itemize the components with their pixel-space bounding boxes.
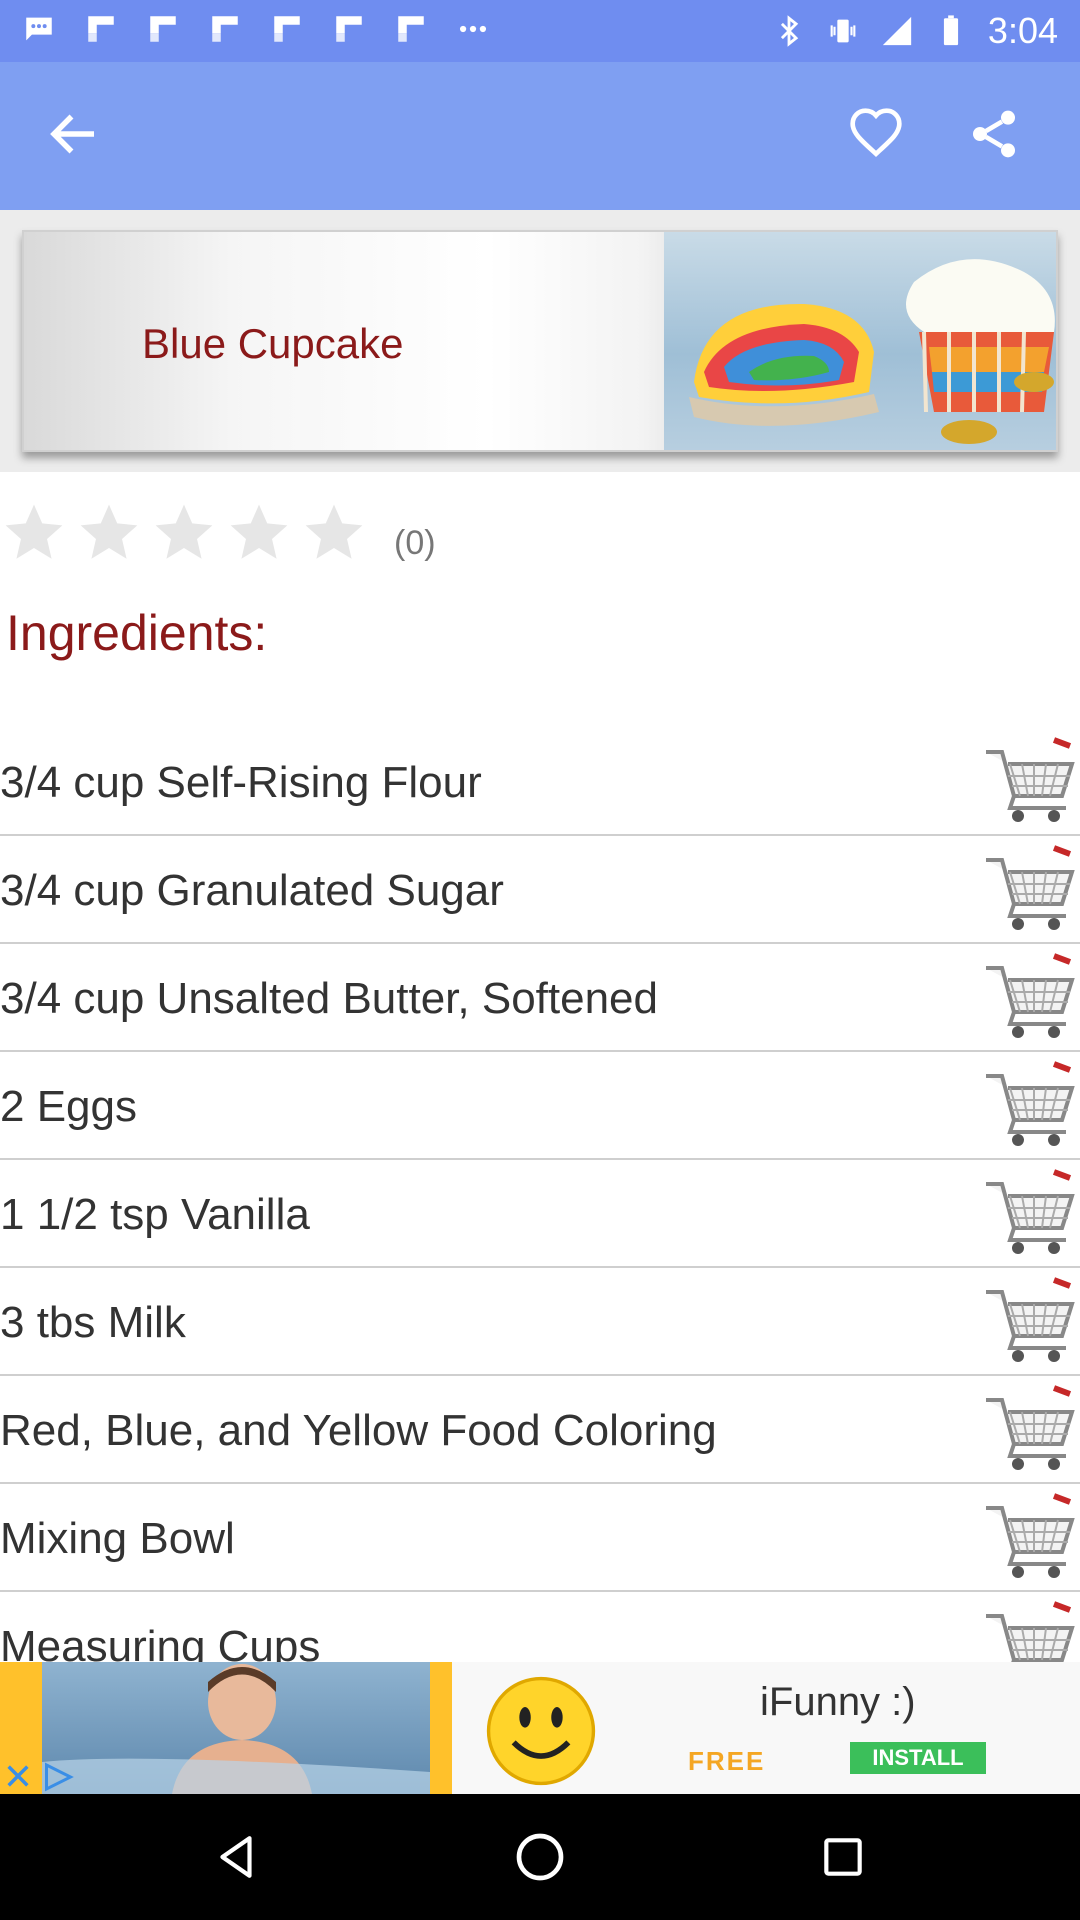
flipboard-icon: [336, 16, 362, 42]
battery-icon: [943, 15, 959, 46]
flipboard-icon: [88, 16, 114, 42]
shopping-cart-icon[interactable]: [978, 1380, 1078, 1480]
nav-back-button[interactable]: [202, 1822, 272, 1892]
flipboard-icon: [398, 16, 424, 42]
ingredient-row: 3 tbs Milk: [0, 1268, 1080, 1376]
shopping-cart-icon[interactable]: [978, 732, 1078, 832]
star-icon[interactable]: [225, 499, 293, 567]
flipboard-icon: [274, 16, 300, 42]
ingredient-label: 3/4 cup Self-Rising Flour: [0, 758, 482, 807]
nav-home-icon: [516, 1833, 564, 1881]
ingredient-label: Mixing Bowl: [0, 1514, 235, 1563]
flipboard-icon: [150, 16, 176, 42]
more-dots-icon: [459, 25, 487, 33]
ingredient-row: Red, Blue, and Yellow Food Coloring: [0, 1376, 1080, 1484]
bluetooth-icon: [780, 15, 799, 47]
app-bar: [0, 62, 1080, 210]
shopping-cart-icon[interactable]: [978, 840, 1078, 940]
ingredient-row: 2 Eggs: [0, 1052, 1080, 1160]
flipboard-icon: [212, 16, 238, 42]
ad-banner[interactable]: iFunny :) FREE INSTALL: [0, 1662, 1080, 1794]
star-icon[interactable]: [300, 499, 368, 567]
ingredients-list: 3/4 cup Self-Rising Flour 3/4 cup Granul…: [0, 728, 1080, 1700]
favorite-button[interactable]: [828, 86, 924, 182]
ingredient-label: 3/4 cup Granulated Sugar: [0, 866, 504, 915]
share-icon: [973, 110, 1015, 158]
nav-home-button[interactable]: [505, 1822, 575, 1892]
cupcake-photo: [664, 232, 1056, 450]
system-icons: 3:04: [772, 8, 1058, 54]
heart-outline-icon: [850, 108, 902, 158]
rating-stars[interactable]: [0, 498, 375, 568]
ingredient-row: 1 1/2 tsp Vanilla: [0, 1160, 1080, 1268]
recipe-banner: Blue Cupcake: [22, 230, 1058, 452]
shopping-cart-icon[interactable]: [978, 948, 1078, 1048]
ingredient-row: 3/4 cup Unsalted Butter, Softened: [0, 944, 1080, 1052]
arrow-back-icon: [50, 114, 94, 154]
rating-count: (0): [394, 524, 436, 562]
ingredients-heading: Ingredients:: [6, 605, 268, 661]
ingredient-row: Mixing Bowl: [0, 1484, 1080, 1592]
ad-photo: [42, 1662, 430, 1794]
signal-icon: [882, 16, 912, 46]
shopping-cart-icon[interactable]: [978, 1056, 1078, 1156]
install-button[interactable]: INSTALL: [850, 1742, 986, 1774]
ad-free-label: FREE: [688, 1746, 766, 1776]
close-icon[interactable]: [4, 1762, 32, 1790]
ad-app-name: iFunny :): [760, 1680, 916, 1724]
star-icon[interactable]: [150, 499, 218, 567]
status-time: 3:04: [987, 10, 1058, 51]
chat-icon: [26, 17, 52, 41]
nav-recents-icon: [824, 1838, 862, 1876]
ingredient-label: 2 Eggs: [0, 1082, 137, 1131]
adchoices-icon[interactable]: [42, 1762, 78, 1792]
share-button[interactable]: [946, 86, 1042, 182]
ingredient-row: 3/4 cup Granulated Sugar: [0, 836, 1080, 944]
ingredient-label: 3/4 cup Unsalted Butter, Softened: [0, 974, 659, 1023]
shopping-cart-icon[interactable]: [978, 1272, 1078, 1372]
recipe-header: Blue Cupcake: [0, 210, 1080, 472]
notification-icons: [22, 12, 490, 46]
shopping-cart-icon[interactable]: [978, 1164, 1078, 1264]
star-icon[interactable]: [75, 499, 143, 567]
ingredient-label: Red, Blue, and Yellow Food Coloring: [0, 1406, 717, 1455]
ingredient-row: 3/4 cup Self-Rising Flour: [0, 728, 1080, 836]
nav-back-icon: [220, 1836, 252, 1878]
ingredient-label: 3 tbs Milk: [0, 1298, 186, 1347]
smiley-icon: [486, 1676, 596, 1786]
shopping-cart-icon[interactable]: [978, 1488, 1078, 1588]
nav-recents-button[interactable]: [808, 1822, 878, 1892]
vibrate-icon: [830, 19, 856, 43]
status-bar: 3:04: [0, 0, 1080, 62]
recipe-title: Blue Cupcake: [142, 320, 404, 367]
back-button[interactable]: [26, 86, 122, 182]
navigation-bar: [0, 1794, 1080, 1920]
ingredient-label: 1 1/2 tsp Vanilla: [0, 1190, 310, 1239]
star-icon[interactable]: [0, 499, 68, 567]
